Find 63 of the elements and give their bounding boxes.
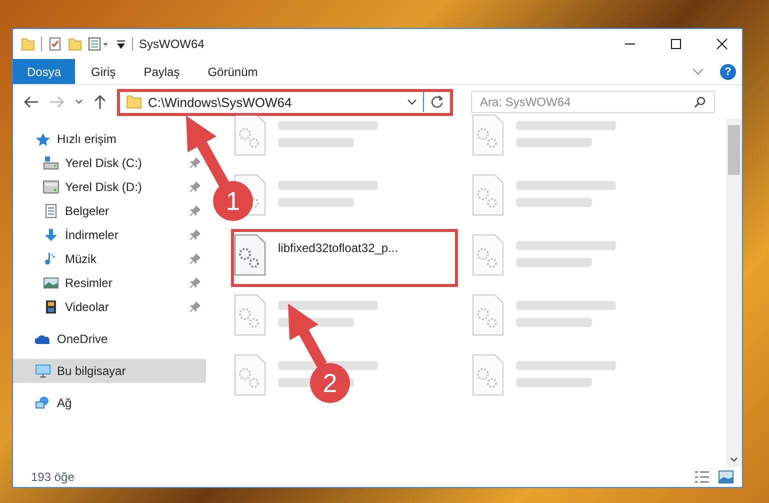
annotation-arrow [186, 116, 229, 187]
pin-icon[interactable] [190, 182, 200, 192]
ribbon-tab[interactable]: Dosya [13, 59, 76, 84]
pin-icon[interactable] [190, 302, 200, 312]
sidebar-item[interactable]: İndirmeler [13, 223, 206, 247]
film-strip-icon [43, 300, 59, 314]
customize-arrow-icon[interactable] [116, 38, 126, 50]
pin-icon[interactable] [190, 230, 200, 240]
up-arrow-icon[interactable] [93, 94, 107, 110]
step-number-badge: 1 [213, 181, 253, 221]
step-number-badge: 2 [310, 363, 350, 403]
scroll-down-icon[interactable] [730, 457, 738, 463]
details-view-icon[interactable] [694, 470, 710, 484]
drive-icon [43, 156, 59, 170]
search-field[interactable]: Ara: SysWOW64 [471, 91, 715, 113]
forward-arrow-icon[interactable] [49, 95, 65, 109]
annotation-arrow [288, 304, 327, 368]
sidebar-item[interactable]: Bu bilgisayar [13, 359, 206, 383]
file-name: libfixed32tofloat32_p... [278, 241, 398, 255]
pin-icon[interactable] [190, 158, 200, 168]
picture-icon [43, 276, 59, 290]
sidebar-item[interactable]: Hızlı erişim [13, 127, 126, 151]
scrollbar-thumb[interactable] [728, 125, 740, 175]
refresh-icon[interactable] [430, 95, 444, 109]
drive-icon [43, 180, 59, 194]
address-bar[interactable]: C:\Windows\SysWOW64 [117, 88, 453, 116]
document-icon [43, 204, 59, 218]
folder-icon[interactable] [68, 37, 82, 51]
sidebar-item[interactable]: Yerel Disk (D:) [13, 175, 206, 199]
ribbon-tab[interactable]: Paylaş [132, 59, 192, 84]
pin-icon[interactable] [190, 278, 200, 288]
close-icon[interactable] [716, 38, 728, 50]
computer-icon [35, 364, 51, 378]
checkmark-document-icon[interactable] [48, 37, 62, 51]
folder-icon [126, 95, 142, 109]
settings-file-icon[interactable] [234, 234, 266, 276]
star-icon [35, 132, 51, 146]
sidebar-item[interactable]: Yerel Disk (C:) [13, 151, 206, 175]
window-title: SysWOW64 [139, 37, 204, 51]
ribbon-tab[interactable]: Giriş [79, 59, 128, 84]
down-arrow-icon [43, 228, 59, 242]
sidebar-item[interactable]: Ağ [13, 391, 82, 415]
thumbnail-view-icon[interactable] [718, 470, 734, 484]
chevron-down-icon[interactable] [407, 99, 417, 105]
maximize-icon[interactable] [670, 38, 682, 50]
network-icon [35, 396, 51, 410]
properties-icon[interactable] [88, 37, 110, 51]
chevron-down-icon[interactable] [75, 99, 83, 105]
item-count: 193 öğe [31, 470, 74, 484]
back-arrow-icon[interactable] [23, 95, 39, 109]
ribbon-tab[interactable]: Görünüm [196, 59, 270, 84]
pin-icon[interactable] [190, 206, 200, 216]
highlighted-file[interactable]: libfixed32tofloat32_p... [231, 229, 458, 287]
sidebar-item[interactable]: Belgeler [13, 199, 206, 223]
sidebar-item[interactable]: Resimler [13, 271, 206, 295]
sidebar-item[interactable]: Videolar [13, 295, 206, 319]
pin-icon[interactable] [190, 254, 200, 264]
folder-icon[interactable] [21, 37, 35, 51]
scrollbar[interactable] [726, 119, 742, 467]
sidebar-item[interactable]: Müzik [13, 247, 206, 271]
help-button[interactable]: ? [720, 64, 736, 80]
search-icon [694, 96, 706, 108]
sidebar-item[interactable]: OneDrive [13, 327, 118, 351]
